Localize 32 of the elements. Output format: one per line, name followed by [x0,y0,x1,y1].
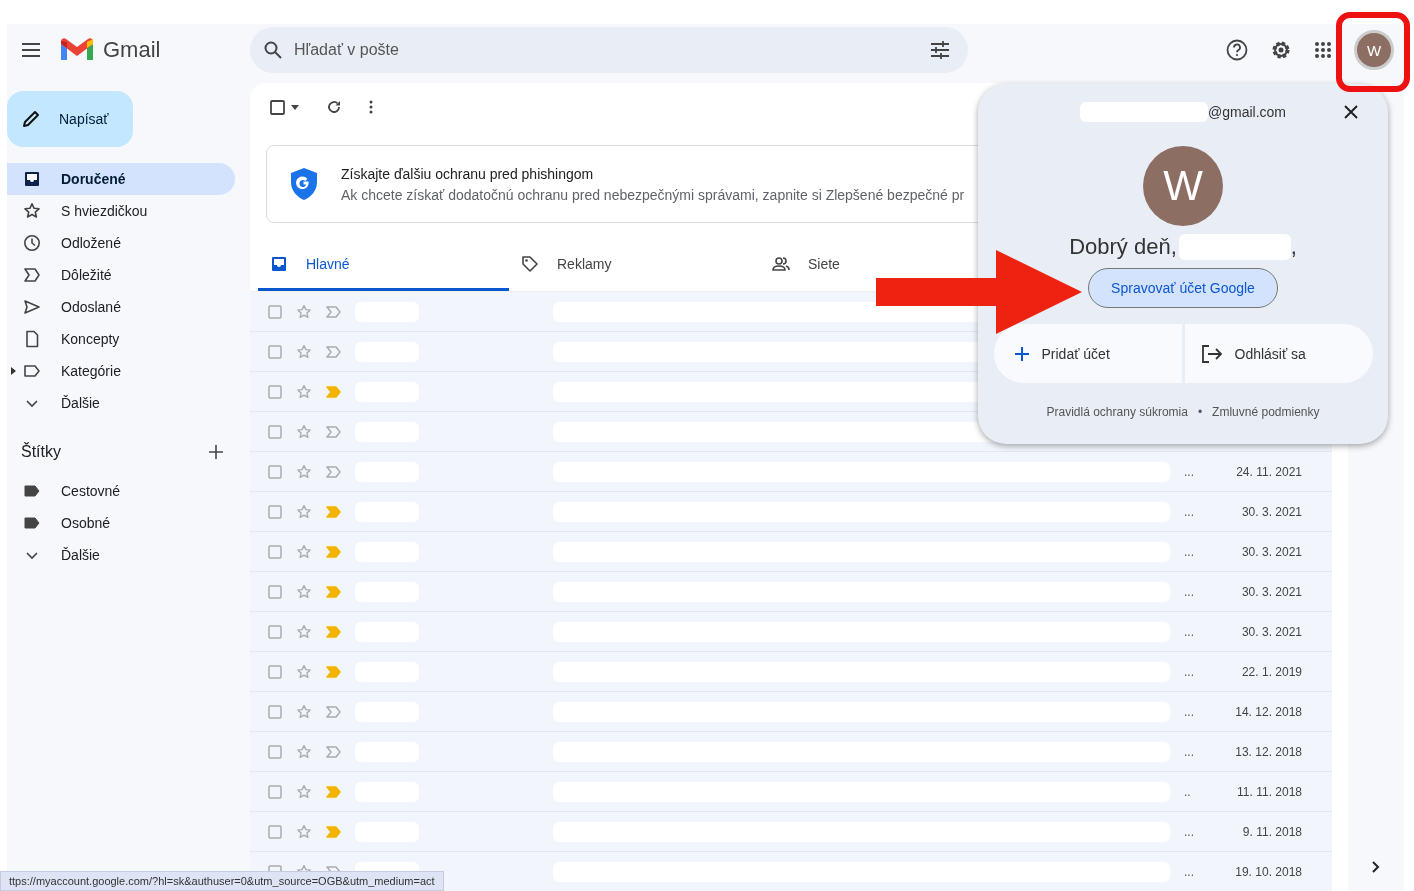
account-avatar-large: W [1143,146,1223,226]
snippet-ellipsis: ... [1184,624,1195,639]
email-date: 30. 3. 2021 [1240,624,1302,639]
snippet-ellipsis: ... [1184,504,1195,519]
greeting: Dobrý deň, [1069,234,1177,260]
link-url-tooltip: ttps://myaccount.google.com/?hl=sk&authuser=0&utm_source=OGB&utm_medium=act [0,871,444,891]
email-date: 30. 3. 2021 [1240,504,1302,519]
snippet-ellipsis: .. [1184,784,1192,799]
account-email: @gmail.com [1208,104,1286,120]
email-date: 9. 11. 2018 [1241,824,1302,839]
snippet-ellipsis: ... [1184,664,1195,679]
email-date: 11. 11. 2018 [1236,784,1302,799]
snippet-ellipsis: ... [1184,464,1195,479]
snippet-ellipsis: ... [1184,544,1195,559]
snippet-ellipsis: ... [1184,584,1195,599]
snippet-ellipsis: ... [1184,704,1195,719]
banner-text: Ak chcete získať dodatočnú ochranu pred nebezpečnými správami, zapnite si Zlepšené bezpečné pr [341,186,965,203]
email-date: 30. 3. 2021 [1240,584,1302,599]
labels-heading: Štítky [21,443,61,461]
separator-dot: • [1197,405,1203,419]
email-date: 19. 10. 2018 [1234,864,1302,879]
banner-title: Získajte ďalšiu ochranu pred phishingom [341,165,595,182]
snippet-ellipsis: ... [1184,744,1195,759]
email-date: 24. 11. 2021 [1235,464,1302,479]
snippet-ellipsis: ... [1184,864,1195,879]
snippet-ellipsis: ... [1184,824,1195,839]
email-date: 30. 3. 2021 [1240,544,1302,559]
email-date: 14. 12. 2018 [1234,704,1302,719]
app-name: Gmail [103,37,161,63]
email-date: 22. 1. 2019 [1240,664,1302,679]
greeting-comma: , [1290,234,1297,260]
email-date: 13. 12. 2018 [1234,744,1302,759]
